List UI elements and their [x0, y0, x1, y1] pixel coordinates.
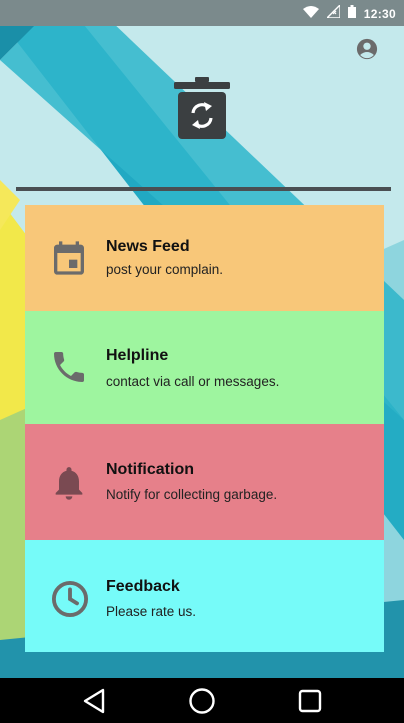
- status-bar: 12:30: [0, 0, 404, 26]
- helpline-title: Helpline: [106, 347, 169, 364]
- feedback-card[interactable]: Feedback Please rate us.: [25, 540, 384, 652]
- main-menu: News Feed post your complain. Helpline c…: [25, 205, 384, 652]
- news-feed-title: News Feed: [106, 238, 190, 255]
- calendar-icon: [49, 238, 91, 280]
- navigation-bar: [0, 678, 404, 723]
- clock-icon: [49, 578, 91, 620]
- notification-card[interactable]: Notification Notify for collecting garba…: [25, 424, 384, 540]
- status-icons: 12:30: [302, 3, 396, 23]
- notification-subtitle: Notify for collecting garbage.: [106, 487, 278, 502]
- wifi-icon: [302, 5, 319, 23]
- signal-icon: [325, 3, 341, 23]
- bell-icon: [49, 463, 91, 505]
- feedback-subtitle: Please rate us.: [106, 604, 197, 619]
- home-icon[interactable]: [188, 687, 216, 715]
- helpline-subtitle: contact via call or messages.: [106, 374, 280, 389]
- recycle-bin-icon: [174, 77, 230, 139]
- notification-title: Notification: [106, 461, 194, 478]
- feedback-title: Feedback: [106, 578, 180, 595]
- back-icon[interactable]: [81, 687, 109, 715]
- status-time: 12:30: [363, 7, 396, 21]
- header-divider: [16, 187, 391, 191]
- helpline-card[interactable]: Helpline contact via call or messages.: [25, 311, 384, 424]
- recents-icon[interactable]: [296, 687, 324, 715]
- phone-icon: [49, 347, 91, 389]
- news-feed-subtitle: post your complain.: [106, 262, 224, 277]
- news-feed-card[interactable]: News Feed post your complain.: [25, 205, 384, 311]
- battery-icon: [347, 5, 356, 23]
- account-circle-icon[interactable]: [356, 38, 378, 60]
